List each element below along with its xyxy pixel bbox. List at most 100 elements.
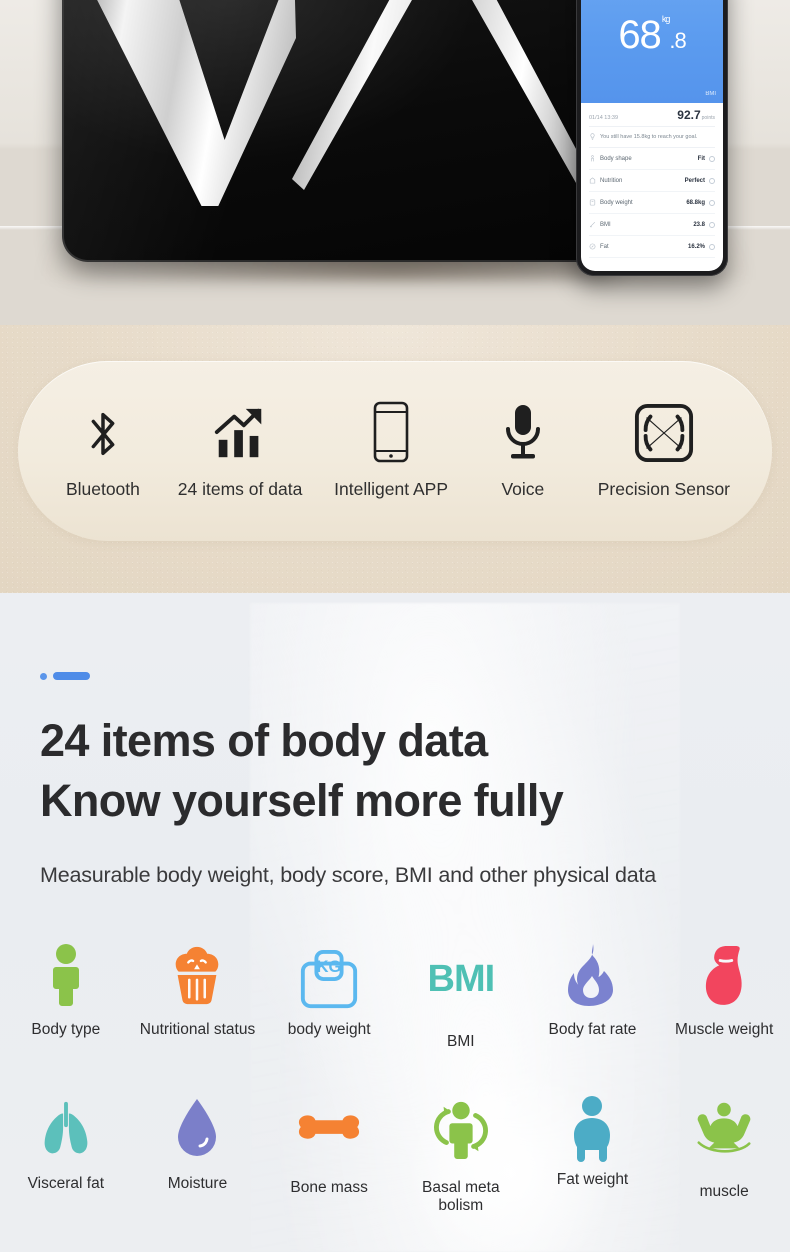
body-data-section: 24 items of body data Know yourself more… [0, 593, 790, 1252]
app-metric-label: Nutrition [600, 177, 623, 184]
app-metric-label: BMI [600, 221, 611, 228]
accent-marker [40, 672, 90, 680]
app-metric-label: Fat [600, 243, 609, 250]
metric-fat-weight: Fat weight [527, 1083, 659, 1233]
metric-bmi: BMI BMI [395, 933, 527, 1083]
chevron-right-icon[interactable] [709, 221, 715, 228]
app-metric-label: Body shape [600, 155, 632, 162]
app-metric-value: 23.8 [693, 221, 705, 228]
app-metrics-list: 01/14 13:39 92.7points You still have 15… [581, 103, 723, 259]
metric-label: Nutritional status [139, 1021, 256, 1038]
app-weight-readout: 68kg .8 [581, 13, 723, 57]
app-metric-row[interactable]: Body shape Fit [589, 148, 715, 171]
feature-label: 24 items of data [177, 478, 303, 499]
metric-moisture: Moisture [132, 1083, 264, 1233]
section-subline: Measurable body weight, body score, BMI … [40, 863, 657, 887]
fat-percentage-icon [589, 243, 596, 250]
flame-icon [565, 935, 619, 1015]
metric-label: body weight [287, 1021, 371, 1038]
metric-nutritional-status: Nutritional status [132, 933, 264, 1083]
weight-unit: kg [661, 14, 670, 24]
bluetooth-icon [80, 403, 126, 463]
headline-line-2: Know yourself more fully [40, 775, 564, 827]
precision-sensor-icon [634, 403, 694, 463]
metric-body-weight: KG body weight [263, 933, 395, 1083]
chevron-right-icon[interactable] [709, 243, 715, 250]
smartphone-icon [373, 401, 409, 463]
feature-label: Intelligent APP [334, 478, 448, 499]
metric-label: muscle [699, 1183, 749, 1200]
metric-body-fat-rate: Body fat rate [527, 933, 659, 1083]
app-goal-tip: You still have 15.8kg to reach your goal… [589, 127, 715, 149]
app-score-row: 01/14 13:39 92.7points [589, 103, 715, 127]
metric-label: Visceral fat [27, 1175, 105, 1192]
app-score-unit: points [701, 115, 715, 121]
feature-bluetooth: Bluetooth [60, 403, 146, 500]
feature-highlights-section: Bluetooth 24 items of data Intelligent A… [0, 325, 790, 593]
feature-pill-card: Bluetooth 24 items of data Intelligent A… [18, 361, 772, 541]
metric-label: Body type [31, 1021, 101, 1038]
app-metric-row[interactable]: BMI 23.8 [589, 214, 715, 237]
bicep-icon [695, 935, 753, 1015]
chevron-right-icon[interactable] [709, 155, 715, 162]
smartphone-mockup: 68kg .8 BMI 01/14 13:39 92.7points You st… [576, 0, 728, 276]
metric-label: Moisture [167, 1175, 228, 1192]
app-goal-text: You still have 15.8kg to reach your goal… [600, 134, 698, 140]
metric-label: Bone mass [290, 1179, 368, 1196]
headline-line-1: 24 items of body data [40, 715, 488, 766]
chevron-right-icon[interactable] [709, 177, 715, 184]
bmi-glyph: BMI [427, 958, 496, 1000]
bar-chart-growth-icon [211, 403, 269, 463]
app-metric-value: Fit [697, 155, 705, 162]
metric-label: Muscle weight [675, 1021, 774, 1038]
metric-label: Fat weight [556, 1171, 629, 1188]
feature-voice: Voice [480, 403, 566, 500]
app-weight-header: 68kg .8 BMI [581, 0, 723, 103]
metric-muscle: muscle [658, 1083, 790, 1233]
section-headline: 24 items of body data Know yourself more… [40, 711, 740, 832]
app-metric-row[interactable]: Body weight 68.8kg [589, 192, 715, 215]
app-metric-label: Body weight [600, 199, 633, 206]
metrics-icon-grid: Body type Nutritional status KG body wei… [0, 933, 790, 1233]
feature-intelligent-app: Intelligent APP [334, 401, 448, 500]
metric-label: BMI [447, 1033, 475, 1050]
person-icon [43, 935, 89, 1015]
kg-scale-icon: KG [298, 939, 360, 1019]
flexing-muscle-icon [691, 1089, 757, 1169]
metric-label: Body fat rate [548, 1021, 637, 1038]
lightbulb-icon [590, 133, 595, 140]
body-fat-scale-product [62, 0, 618, 262]
metabolism-cycle-icon [428, 1089, 494, 1169]
body-shape-icon [591, 155, 594, 162]
app-body-score: 92.7points [677, 108, 715, 122]
hero-product-photo: 68kg .8 BMI 01/14 13:39 92.7points You st… [0, 0, 790, 325]
heavy-person-icon [565, 1089, 619, 1169]
feature-label: Bluetooth [65, 478, 140, 499]
metric-bone-mass: Bone mass [263, 1083, 395, 1233]
nutrition-icon [589, 177, 596, 184]
cupcake-icon [166, 935, 228, 1015]
chevron-right-icon[interactable] [709, 199, 715, 206]
feature-precision-sensor: Precision Sensor [598, 403, 730, 500]
product-detail-page: 68kg .8 BMI 01/14 13:39 92.7points You st… [0, 0, 790, 1252]
app-measure-date: 01/14 13:39 [589, 115, 619, 121]
app-metric-value: 68.8kg [686, 199, 705, 206]
weight-integer: 68 [618, 13, 661, 57]
bmi-ruler-icon [589, 222, 596, 228]
microphone-icon [501, 403, 545, 463]
app-metric-row[interactable]: Nutrition Perfect [589, 170, 715, 193]
bmi-text-icon: BMI [427, 939, 496, 1019]
phone-screen: 68kg .8 BMI 01/14 13:39 92.7points You st… [581, 0, 723, 271]
metric-visceral-fat: Visceral fat [0, 1083, 132, 1233]
metric-muscle-weight: Muscle weight [658, 933, 790, 1083]
app-metric-row[interactable]: Fat 16.2% [589, 236, 715, 259]
scale-icon [589, 199, 596, 206]
weight-decimal: .8 [669, 28, 686, 53]
metric-body-type: Body type [0, 933, 132, 1083]
accent-dot-icon [40, 672, 47, 680]
feature-label: Precision Sensor [597, 478, 731, 499]
accent-bar-icon [53, 672, 90, 680]
metric-basal-metabolism: Basal meta bolism [395, 1083, 527, 1233]
app-metric-value: Perfect [684, 177, 705, 184]
feature-24-items-of-data: 24 items of data [177, 403, 303, 500]
